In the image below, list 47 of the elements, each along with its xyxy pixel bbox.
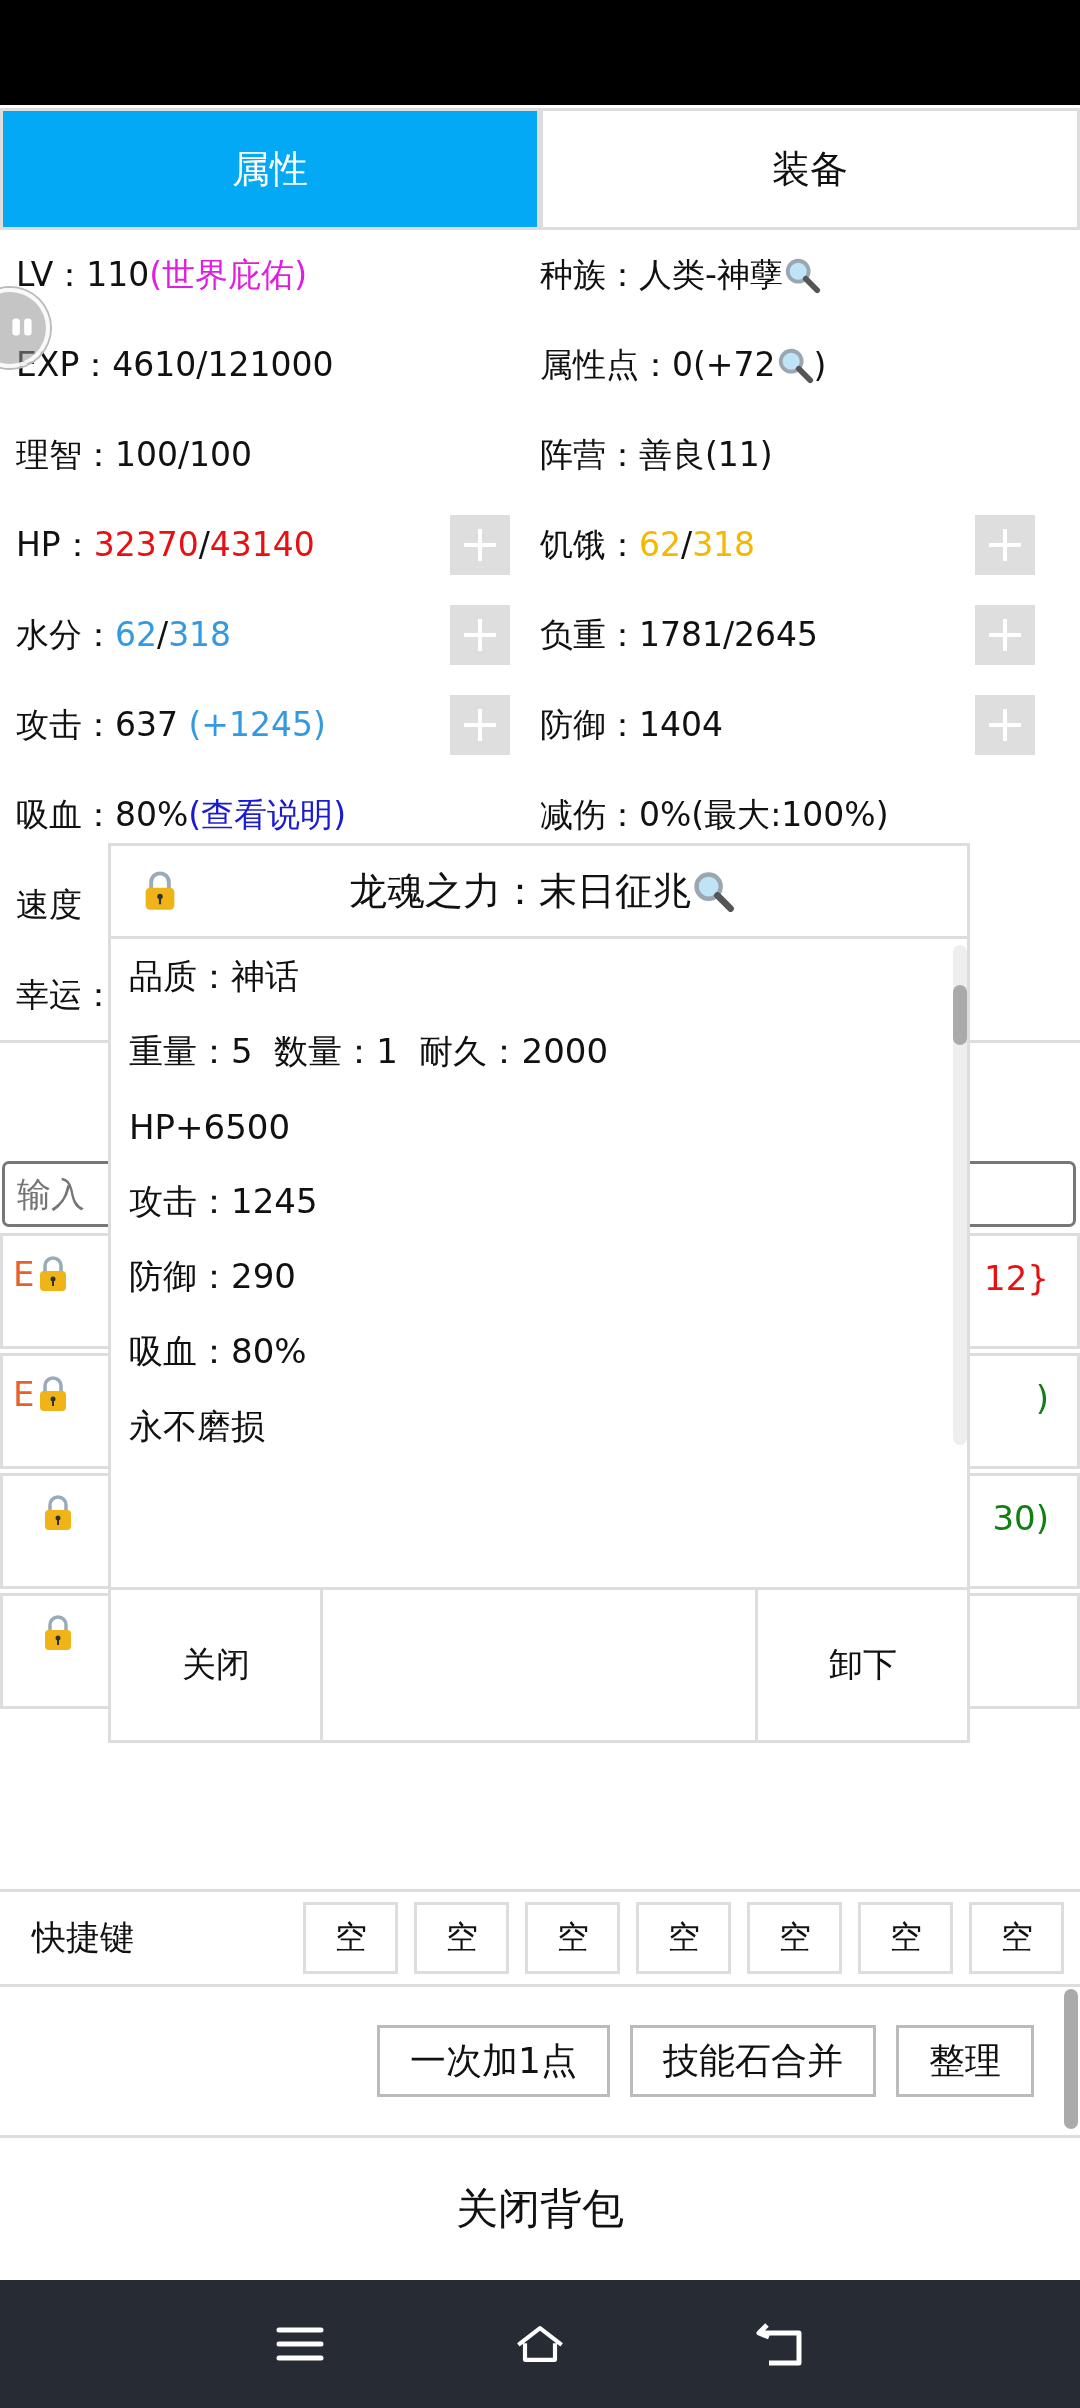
stat-text: LV：110(世界庇佑) <box>16 253 308 296</box>
popup-title: 龙魂之力：末日征兆 <box>349 867 691 915</box>
item-attribute: 重量：5 数量：1 耐久：2000 <box>129 1029 609 1073</box>
quick-slot[interactable]: 空 <box>525 1902 620 1974</box>
item-attribute: 防御：290 <box>129 1254 297 1298</box>
stat-text: 水分：62/318 <box>16 613 232 656</box>
item-tag: E <box>13 1254 35 1294</box>
quick-slot[interactable]: 空 <box>858 1902 953 1974</box>
stat-text: 属性点：0(+72 <box>540 343 776 386</box>
stat-text: 饥饿：62/318 <box>540 523 756 566</box>
stat-text: 速度 <box>16 883 82 926</box>
quick-slot[interactable]: 空 <box>636 1902 731 1974</box>
scrollbar[interactable] <box>1064 1989 1078 2129</box>
stat-text: 理智：100/100 <box>16 433 253 476</box>
quick-slot[interactable]: 空 <box>969 1902 1064 1974</box>
quickbar-label: 快捷键 <box>32 1916 134 1959</box>
item-stat: 30) <box>992 1498 1049 1538</box>
lock-icon[interactable] <box>143 870 177 912</box>
magnifier-icon[interactable] <box>691 869 735 913</box>
tab[interactable]: 装备 <box>540 108 1080 230</box>
back-icon[interactable] <box>755 2321 805 2367</box>
quick-slot[interactable]: 空 <box>414 1902 509 1974</box>
item-attribute: 永不磨损 <box>129 1404 266 1448</box>
quick-slot[interactable]: 空 <box>747 1902 842 1974</box>
item-tag: E <box>13 1374 35 1414</box>
item-stat: ) <box>1035 1378 1049 1418</box>
item-attribute: 攻击：1245 <box>129 1179 319 1223</box>
action-button[interactable]: 一次加1点 <box>377 2025 610 2097</box>
action-button[interactable]: 整理 <box>896 2025 1034 2097</box>
stat-text: ) <box>813 345 827 385</box>
stat-text: 阵营：善良(11) <box>540 433 773 476</box>
stat-text: HP：32370/43140 <box>16 523 315 566</box>
stat-text: 攻击：637 (+1245) <box>16 703 326 746</box>
item-attribute: HP+6500 <box>129 1105 292 1149</box>
stat-text: 种族：人类-神孽 <box>540 253 783 296</box>
quick-slot[interactable]: 空 <box>303 1902 398 1974</box>
stat-text: 减伤：0%(最大:100%) <box>540 793 889 836</box>
item-attribute: 吸血：80% <box>129 1329 308 1373</box>
stat-text: EXP：4610/121000 <box>16 343 334 386</box>
scrollbar[interactable] <box>953 945 967 1445</box>
stat-text: 幸运： <box>16 973 115 1016</box>
stat-text: 负重：1781/2645 <box>540 613 819 656</box>
item-attribute: 品质：神话 <box>129 954 300 998</box>
action-button[interactable]: 技能石合并 <box>630 2025 876 2097</box>
stat-text: 吸血：80%(查看说明) <box>16 793 347 836</box>
stat-text: 防御：1404 <box>540 703 723 746</box>
item-stat: 12} <box>984 1258 1049 1298</box>
